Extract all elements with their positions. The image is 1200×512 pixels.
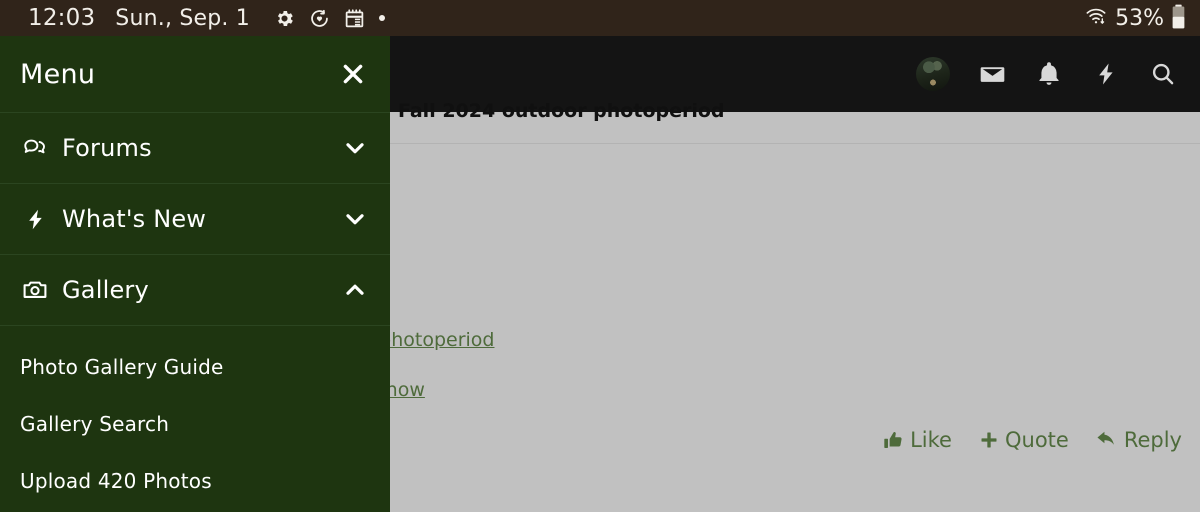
status-bar-clock: 12:03 (28, 5, 96, 31)
inbox-icon[interactable] (977, 59, 1007, 89)
sidebar-item-forums[interactable]: Forums (0, 112, 390, 183)
battery-icon (1171, 4, 1186, 33)
status-bar-notification-icons (274, 8, 385, 29)
comments-icon (20, 136, 50, 161)
chevron-down-icon[interactable] (342, 135, 368, 161)
reply-button[interactable]: Reply (1096, 428, 1182, 452)
android-status-bar: 12:03 Sun., Sep. 1 53% (0, 0, 1200, 36)
sidebar-item-label: Forums (62, 134, 152, 162)
thumbs-up-icon (883, 430, 904, 451)
heart-sync-icon (309, 8, 330, 29)
sidebar-item-label: What's New (62, 205, 207, 233)
sidebar-subitem-label: Upload 420 Photos (20, 468, 212, 493)
sidebar-subitem-photo-gallery-guide[interactable]: Photo Gallery Guide (0, 338, 390, 395)
sidebar-subitem-gallery-search[interactable]: Gallery Search (0, 395, 390, 452)
quote-label: Quote (1004, 428, 1069, 452)
sidebar-item-whats-new[interactable]: What's New (0, 183, 390, 254)
chevron-down-icon[interactable] (342, 206, 368, 232)
sidebar-subitem-upload-photos[interactable]: Upload 420 Photos (0, 452, 390, 509)
bolt-icon (20, 207, 50, 232)
status-bar-date: Sun., Sep. 1 (115, 5, 250, 31)
like-label: Like (910, 428, 952, 452)
like-button[interactable]: Like (883, 428, 952, 452)
drawer-title: Menu (20, 58, 96, 90)
status-bar-left: 12:03 Sun., Sep. 1 (28, 5, 385, 31)
avatar[interactable] (916, 57, 950, 91)
dot-icon (378, 15, 385, 21)
bell-icon[interactable] (1034, 59, 1064, 89)
close-icon[interactable] (338, 59, 368, 89)
sidebar-item-gallery[interactable]: Gallery (0, 254, 390, 325)
navigation-drawer: Menu Forums What's New Gallery Photo Gal… (0, 36, 390, 512)
drawer-header: Menu (0, 36, 390, 112)
bolt-icon[interactable] (1091, 59, 1121, 89)
calendar-icon (344, 8, 365, 29)
gear-icon (274, 8, 295, 29)
reply-arrow-icon (1096, 429, 1118, 451)
quote-button[interactable]: Quote (979, 428, 1069, 452)
chevron-up-icon[interactable] (342, 277, 368, 303)
camera-icon (20, 277, 50, 303)
status-bar-right: 53% (1084, 4, 1186, 33)
header-icon-group (916, 57, 1178, 91)
battery-percent-label: 53% (1115, 5, 1164, 31)
gallery-submenu: Photo Gallery Guide Gallery Search Uploa… (0, 325, 390, 512)
wifi-updown-icon (1084, 5, 1108, 31)
reply-label: Reply (1123, 428, 1182, 452)
sidebar-subitem-label: Photo Gallery Guide (20, 354, 224, 379)
sidebar-item-label: Gallery (62, 276, 149, 304)
plus-icon (979, 430, 999, 450)
search-icon[interactable] (1148, 59, 1178, 89)
post-action-bar: Like Quote Reply (883, 428, 1182, 452)
thread-title: Fall 2024 outdoor photoperiod (398, 100, 725, 122)
sidebar-subitem-label: Gallery Search (20, 411, 170, 436)
